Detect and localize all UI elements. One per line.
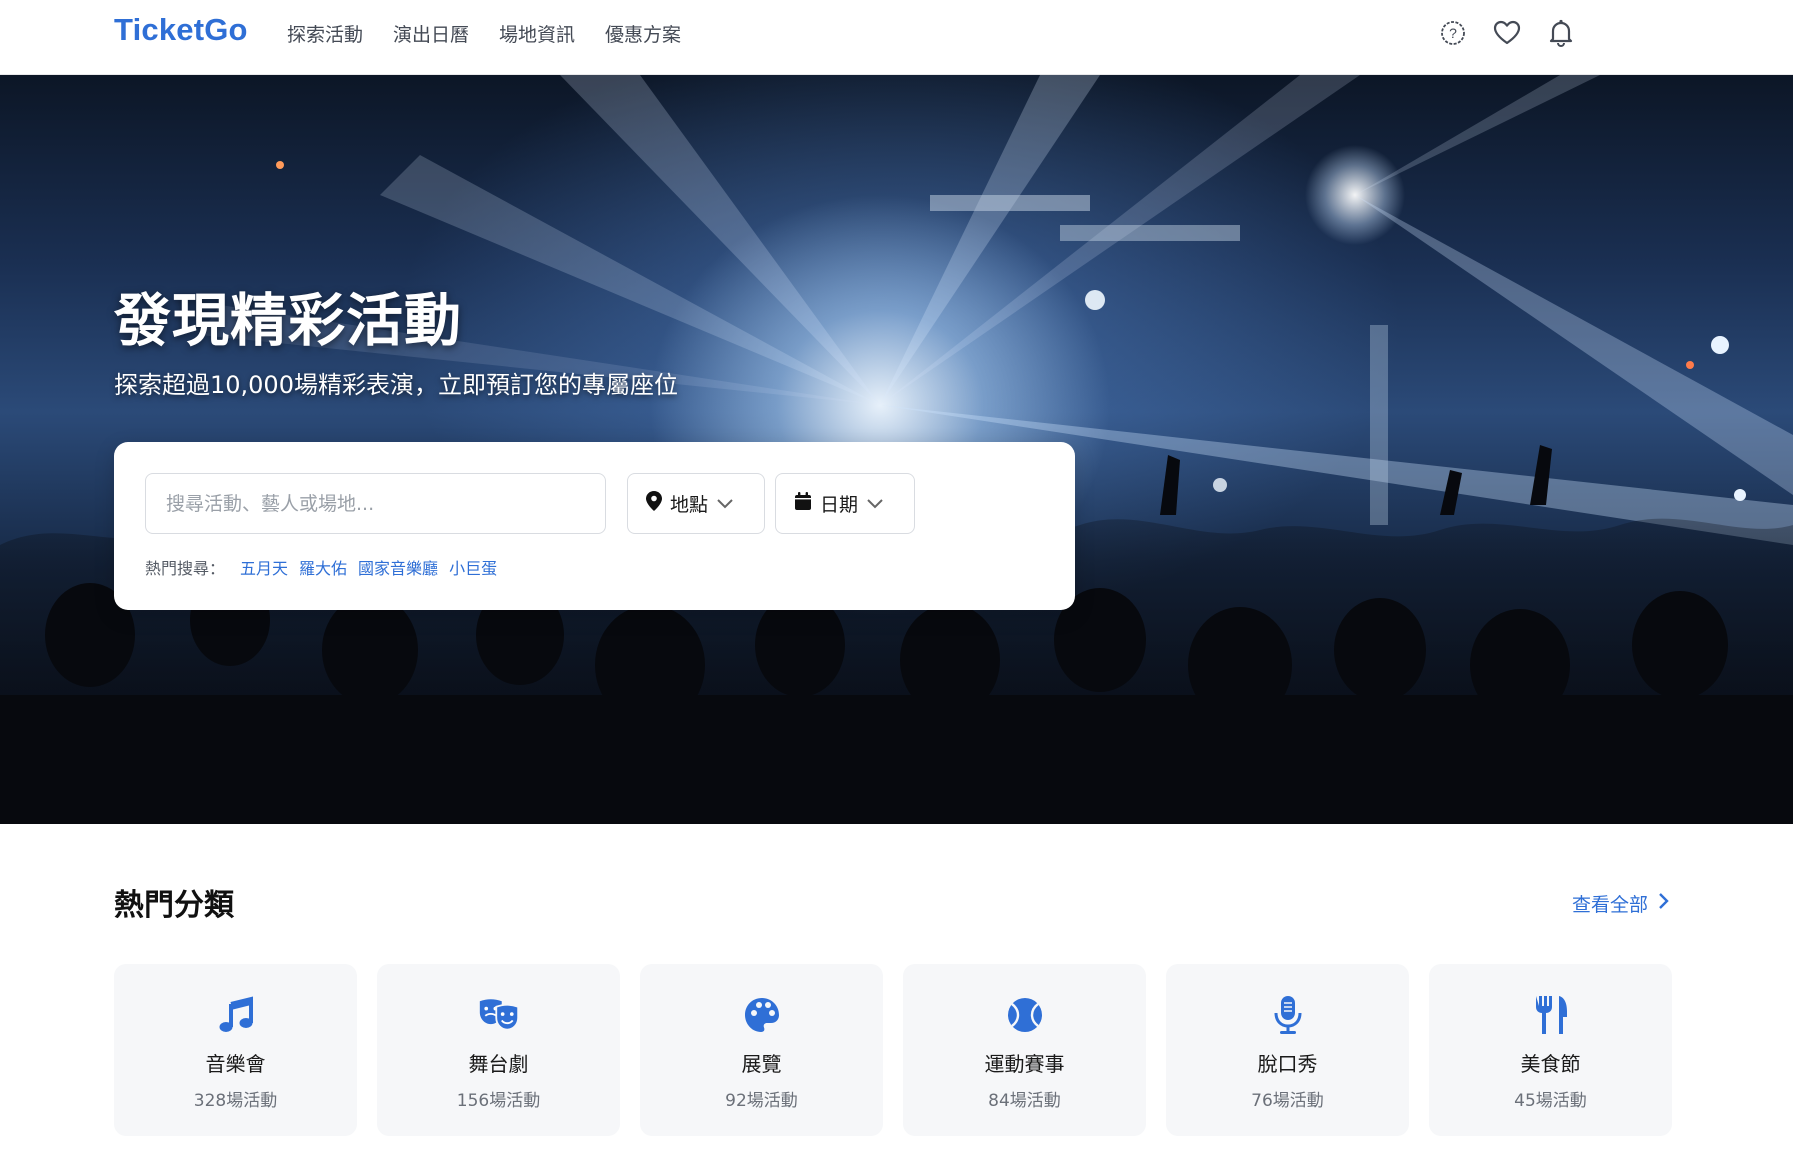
logo[interactable]: TicketGo [114,12,248,48]
ball-icon [1004,994,1046,1036]
search-panel: 地點 日期 熱門搜尋： 五月天 羅大佑 國家音樂廳 小巨蛋 [114,442,1075,610]
location-select[interactable]: 地點 [627,473,765,534]
main-nav: 探索活動 演出日曆 場地資訊 優惠方案 [287,20,681,47]
category-card-food[interactable]: 美食節 45場活動 [1429,964,1672,1136]
nav-promotions[interactable]: 優惠方案 [605,20,681,47]
theater-masks-icon [478,994,520,1036]
category-card-sports[interactable]: 運動賽事 84場活動 [903,964,1146,1136]
hot-searches: 熱門搜尋： 五月天 羅大佑 國家音樂廳 小巨蛋 [145,555,497,579]
header-actions: ? [1439,19,1575,47]
hot-tag[interactable]: 國家音樂廳 [358,555,438,579]
category-name: 展覽 [741,1052,782,1076]
view-all-link[interactable]: 查看全部 [1572,890,1670,917]
hot-tag[interactable]: 小巨蛋 [449,555,497,579]
category-card-comedy[interactable]: 脫口秀 76場活動 [1166,964,1409,1136]
top-header: TicketGo 探索活動 演出日曆 場地資訊 優惠方案 ? [0,0,1793,75]
category-count: 92場活動 [725,1091,798,1111]
calendar-icon [794,491,812,516]
microphone-icon [1267,994,1309,1036]
location-label: 地點 [670,494,709,516]
category-count: 45場活動 [1514,1091,1587,1111]
search-input[interactable] [145,473,606,534]
category-card-theater[interactable]: 舞台劇 156場活動 [377,964,620,1136]
chevron-down-icon [866,493,884,515]
date-select[interactable]: 日期 [775,473,915,534]
category-card-concert[interactable]: 音樂會 328場活動 [114,964,357,1136]
category-count: 84場活動 [988,1091,1061,1111]
category-cards: 音樂會 328場活動 舞台劇 156場活動 展覽 92場活動 運動賽事 84場活… [114,964,1672,1136]
bell-icon[interactable] [1547,19,1575,47]
category-name: 脫口秀 [1257,1052,1318,1076]
section-title-categories: 熱門分類 [114,888,234,923]
category-name: 音樂會 [205,1052,266,1076]
svg-text:?: ? [1449,25,1457,41]
hot-tag[interactable]: 五月天 [240,555,288,579]
hero-subtitle: 探索超過10,000場精彩表演，立即預訂您的專屬座位 [114,371,678,399]
category-name: 舞台劇 [468,1052,529,1076]
nav-venue-info[interactable]: 場地資訊 [499,20,575,47]
palette-icon [741,994,783,1036]
nav-explore-events[interactable]: 探索活動 [287,20,363,47]
category-name: 運動賽事 [984,1052,1065,1076]
hot-searches-label: 熱門搜尋： [145,559,226,578]
category-name: 美食節 [1520,1052,1581,1076]
hot-tag[interactable]: 羅大佑 [299,555,347,579]
location-pin-icon [646,491,662,516]
heart-icon[interactable] [1493,19,1521,47]
chevron-right-icon [1658,892,1670,915]
category-count: 328場活動 [193,1091,278,1111]
chevron-down-icon [716,493,734,515]
view-all-label: 查看全部 [1572,894,1649,916]
fork-knife-icon [1530,994,1572,1036]
music-note-icon [215,994,257,1036]
nav-event-calendar[interactable]: 演出日曆 [393,20,469,47]
category-count: 76場活動 [1251,1091,1324,1111]
help-icon[interactable]: ? [1439,19,1467,47]
category-card-exhibition[interactable]: 展覽 92場活動 [640,964,883,1136]
date-label: 日期 [820,494,859,516]
hero-title: 發現精彩活動 [114,288,462,354]
category-count: 156場活動 [456,1091,541,1111]
